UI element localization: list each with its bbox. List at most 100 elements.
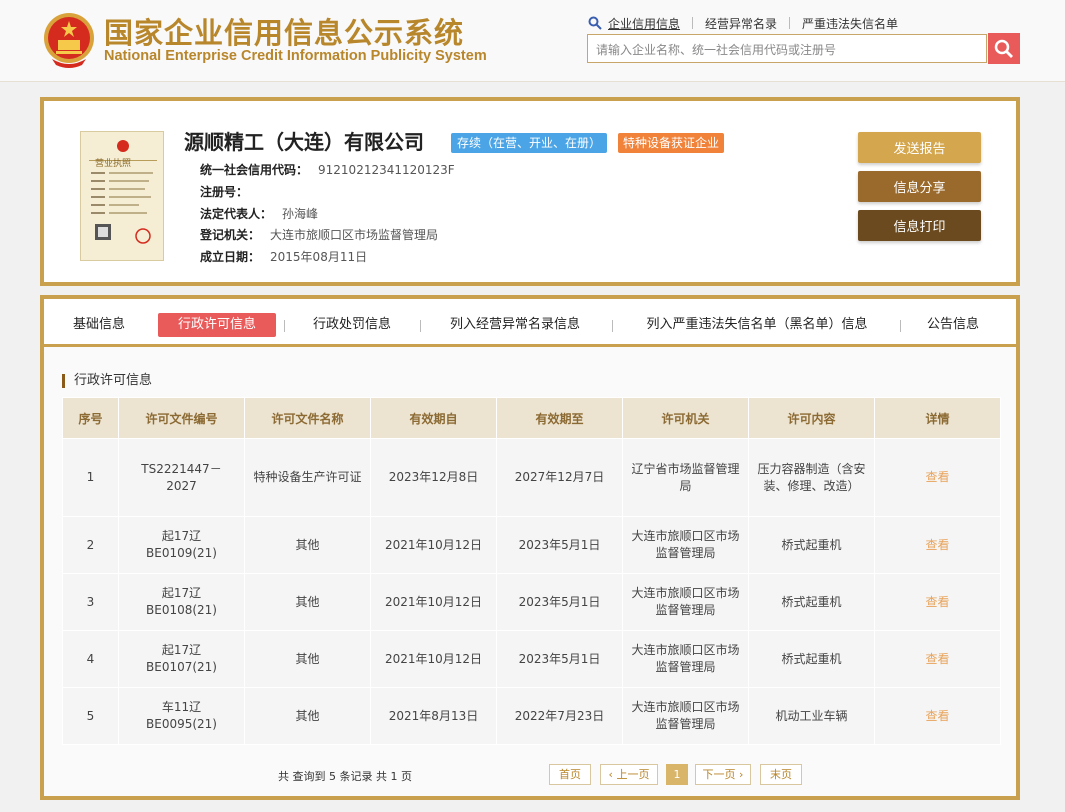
cell-content: 压力容器制造（含安装、修理、改造） <box>748 438 875 517</box>
tab-divider <box>420 320 421 332</box>
col-header-detail: 详情 <box>874 397 1001 439</box>
cell-index: 2 <box>62 516 119 574</box>
national-emblem-icon <box>44 13 94 68</box>
tab-basic-info[interactable]: 基础信息 <box>58 313 140 337</box>
view-detail-link[interactable]: 查看 <box>874 516 1001 574</box>
tab-divider <box>284 320 285 332</box>
cell-valid-from: 2023年12月8日 <box>370 438 497 517</box>
tab-blacklist[interactable]: 列入严重违法失信名单（黑名单）信息 <box>632 313 882 337</box>
print-info-button[interactable]: 信息打印 <box>858 210 981 241</box>
detail-panel: 基础信息 行政许可信息 行政处罚信息 列入经营异常名录信息 列入严重违法失信名单… <box>40 295 1020 800</box>
col-header-license-name: 许可文件名称 <box>244 397 371 439</box>
col-header-license-no: 许可文件编号 <box>118 397 245 439</box>
cell-license-no: TS2221447－2027 <box>118 438 245 517</box>
table-row: 4 起17辽BE0107(21) 其他 2021年10月12日 2023年5月1… <box>62 630 1001 688</box>
established-date-value: 2015年08月11日 <box>270 250 368 264</box>
reg-number-label: 注册号： <box>200 185 249 199</box>
site-header: 国家企业信用信息公示系统 National Enterprise Credit … <box>0 0 1065 82</box>
send-report-button[interactable]: 发送报告 <box>858 132 981 163</box>
view-detail-link[interactable]: 查看 <box>874 687 1001 745</box>
cell-valid-to: 2023年5月1日 <box>496 630 623 688</box>
cell-content: 桥式起重机 <box>748 630 875 688</box>
reg-authority-value: 大连市旅顺口区市场监督管理局 <box>270 228 439 242</box>
pager-prev-button[interactable]: ‹ 上一页 <box>600 764 658 785</box>
cell-valid-to: 2023年5月1日 <box>496 516 623 574</box>
tab-announcements[interactable]: 公告信息 <box>918 313 988 337</box>
cell-authority: 大连市旅顺口区市场监督管理局 <box>622 573 749 631</box>
view-detail-link[interactable]: 查看 <box>874 630 1001 688</box>
cell-valid-from: 2021年8月13日 <box>370 687 497 745</box>
license-thumbnail-icon <box>89 140 157 244</box>
info-tabs: 基础信息 行政许可信息 行政处罚信息 列入经营异常名录信息 列入严重违法失信名单… <box>44 299 1016 347</box>
established-date-row: 成立日期： 2015年08月11日 <box>200 248 367 265</box>
cell-authority: 大连市旅顺口区市场监督管理局 <box>622 516 749 574</box>
cell-license-name: 其他 <box>244 630 371 688</box>
cell-valid-to: 2023年5月1日 <box>496 573 623 631</box>
company-summary-panel: 营业执照 源顺精工（大连）有限公司 存续（在营、开业、在册） 特种设备获证企业 … <box>40 97 1020 286</box>
section-title: 行政许可信息 <box>62 374 152 388</box>
cell-authority: 辽宁省市场监督管理局 <box>622 438 749 517</box>
cell-valid-from: 2021年10月12日 <box>370 630 497 688</box>
tab-admin-penalty[interactable]: 行政处罚信息 <box>302 313 402 337</box>
cell-content: 机动工业车辆 <box>748 687 875 745</box>
cell-authority: 大连市旅顺口区市场监督管理局 <box>622 687 749 745</box>
company-name: 源顺精工（大连）有限公司 <box>184 130 424 154</box>
col-header-index: 序号 <box>62 397 119 439</box>
search-icon <box>588 16 602 30</box>
cell-index: 1 <box>62 438 119 517</box>
license-table: 序号 许可文件编号 许可文件名称 有效期自 有效期至 许可机关 许可内容 详情 … <box>62 397 1001 745</box>
cell-license-no: 起17辽BE0108(21) <box>118 573 245 631</box>
nav-enterprise-credit[interactable]: 企业信用信息 <box>608 15 680 32</box>
table-row: 2 起17辽BE0109(21) 其他 2021年10月12日 2023年5月1… <box>62 516 1001 574</box>
pager-summary: 共 查询到 5 条记录 共 1 页 <box>278 770 412 783</box>
col-header-valid-from: 有效期自 <box>370 397 497 439</box>
tab-admin-license[interactable]: 行政许可信息 <box>158 313 276 337</box>
nav-divider <box>692 17 694 29</box>
top-nav: 企业信用信息 经营异常名录 严重违法失信名单 <box>588 14 898 32</box>
business-license-image[interactable]: 营业执照 <box>80 131 164 261</box>
cell-license-name: 其他 <box>244 573 371 631</box>
license-label: 营业执照 <box>95 159 132 169</box>
cell-index: 3 <box>62 573 119 631</box>
cell-license-name: 特种设备生产许可证 <box>244 438 371 517</box>
pager-first-button[interactable]: 首页 <box>549 764 591 785</box>
cell-valid-to: 2027年12月7日 <box>496 438 623 517</box>
pager-last-button[interactable]: 末页 <box>760 764 802 785</box>
tab-abnormal-list[interactable]: 列入经营异常名录信息 <box>438 313 592 337</box>
table-row: 5 车11辽BE0095(21) 其他 2021年8月13日 2022年7月23… <box>62 687 1001 745</box>
cell-valid-from: 2021年10月12日 <box>370 516 497 574</box>
reg-number-row: 注册号： <box>200 183 258 200</box>
cell-valid-from: 2021年10月12日 <box>370 573 497 631</box>
cell-license-no: 起17辽BE0107(21) <box>118 630 245 688</box>
established-date-label: 成立日期： <box>200 250 261 264</box>
view-detail-link[interactable]: 查看 <box>874 438 1001 517</box>
nav-blacklist[interactable]: 严重违法失信名单 <box>802 15 898 32</box>
cell-license-name: 其他 <box>244 516 371 574</box>
nav-abnormal-list[interactable]: 经营异常名录 <box>705 15 777 32</box>
share-info-button[interactable]: 信息分享 <box>858 171 981 202</box>
tab-divider <box>612 320 613 332</box>
search-button[interactable] <box>988 33 1020 64</box>
search-icon <box>994 39 1013 58</box>
legal-rep-label: 法定代表人： <box>200 207 273 221</box>
cell-content: 桥式起重机 <box>748 573 875 631</box>
cell-license-no: 起17辽BE0109(21) <box>118 516 245 574</box>
credit-code-row: 统一社会信用代码： 91210212341120123F <box>200 161 455 178</box>
cell-valid-to: 2022年7月23日 <box>496 687 623 745</box>
pager-next-button[interactable]: 下一页 › <box>695 764 751 785</box>
certification-badge: 特种设备获证企业 <box>618 133 725 153</box>
pager-current-page[interactable]: 1 <box>666 764 688 785</box>
cell-authority: 大连市旅顺口区市场监督管理局 <box>622 630 749 688</box>
cell-index: 5 <box>62 687 119 745</box>
status-badge: 存续（在营、开业、在册） <box>451 133 608 153</box>
reg-authority-label: 登记机关： <box>200 228 261 242</box>
cell-license-name: 其他 <box>244 687 371 745</box>
search-input[interactable]: 请输入企业名称、统一社会信用代码或注册号 <box>587 34 987 63</box>
cell-license-no: 车11辽BE0095(21) <box>118 687 245 745</box>
table-row: 3 起17辽BE0108(21) 其他 2021年10月12日 2023年5月1… <box>62 573 1001 631</box>
legal-rep-row: 法定代表人： 孙海峰 <box>200 205 318 222</box>
tab-divider <box>900 320 901 332</box>
legal-rep-value: 孙海峰 <box>282 207 319 221</box>
credit-code-label: 统一社会信用代码： <box>200 163 309 177</box>
view-detail-link[interactable]: 查看 <box>874 573 1001 631</box>
